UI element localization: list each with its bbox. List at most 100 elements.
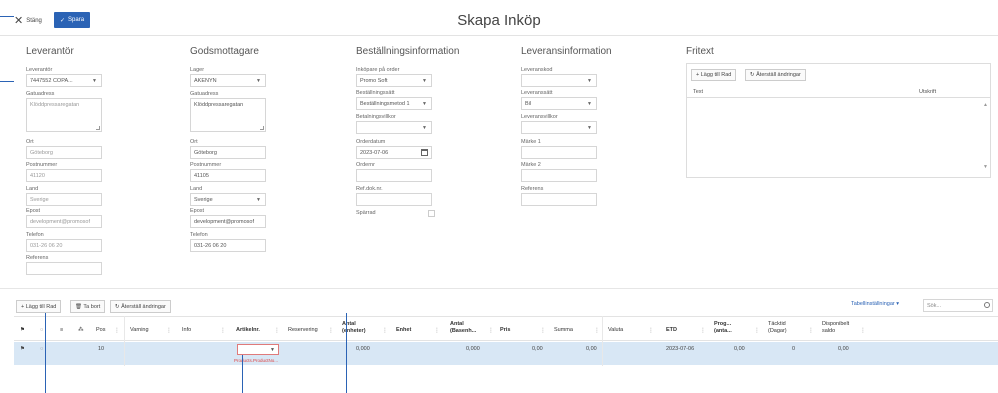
cell-lead-time[interactable]: 0 bbox=[792, 346, 795, 352]
cell-qty-base[interactable]: 0,000 bbox=[466, 346, 480, 352]
article-select[interactable] bbox=[237, 344, 279, 355]
supplier-select[interactable]: 7447552 COPA... bbox=[26, 74, 102, 87]
supplier-city-field[interactable]: Göteborg bbox=[26, 146, 102, 159]
buyer-select[interactable]: Promo Soft bbox=[356, 74, 432, 87]
order-date-field[interactable]: 2023-07-06 bbox=[356, 146, 432, 159]
col-available[interactable]: Disponibelt saldo bbox=[822, 321, 856, 335]
cell-price[interactable]: 0,00 bbox=[532, 346, 543, 352]
cell-pos[interactable]: 10 bbox=[98, 346, 104, 352]
delivery-code-select[interactable] bbox=[521, 74, 597, 87]
consignee-country-select[interactable]: Sverige bbox=[190, 193, 266, 206]
supplier-address-field[interactable]: Klöddpressaregatan bbox=[26, 98, 102, 132]
search-input[interactable]: Sök... bbox=[923, 299, 993, 312]
resize-grip-icon[interactable] bbox=[260, 126, 264, 130]
column-menu-icon[interactable]: ⋮ bbox=[434, 327, 440, 334]
col-currency[interactable]: Valuta bbox=[608, 327, 623, 334]
page-title: Skapa Inköp bbox=[457, 12, 541, 29]
col-sum[interactable]: Summa bbox=[554, 327, 573, 334]
col-article[interactable]: Artikelnr. bbox=[236, 327, 260, 334]
col-etd[interactable]: ETD bbox=[666, 327, 677, 334]
payment-terms-select[interactable] bbox=[356, 121, 432, 134]
column-menu-icon[interactable]: ⋮ bbox=[540, 327, 546, 334]
list-icon: ≡ bbox=[60, 327, 64, 333]
supplier-address-value: Klöddpressaregatan bbox=[30, 102, 80, 108]
search-icon[interactable] bbox=[984, 302, 990, 308]
fritext-add-row-button[interactable]: + Lägg till Rad bbox=[691, 69, 737, 81]
supplier-email-label: Epost bbox=[26, 208, 41, 214]
table-row[interactable]: ⚑ ◌ 10 0,000 0,000 0,00 0,00 2023-07-06 … bbox=[14, 342, 998, 365]
col-warning[interactable]: Varning bbox=[130, 327, 149, 334]
col-price[interactable]: Pris bbox=[500, 327, 510, 334]
order-method-label: Beställningssätt bbox=[356, 90, 395, 96]
fritext-reset-button[interactable]: ↻ Återställ ändringar bbox=[745, 69, 806, 81]
delivery-method-select[interactable]: Bil bbox=[521, 97, 597, 110]
col-info[interactable]: Info bbox=[182, 327, 191, 334]
supplier-phone-field[interactable]: 031-26 06 20 bbox=[26, 239, 102, 252]
stock-select[interactable]: AKENYN bbox=[190, 74, 266, 87]
column-menu-icon[interactable]: ⋮ bbox=[808, 327, 814, 334]
article-validation-error: Products.ProductNo... bbox=[234, 358, 279, 363]
col-qty-base[interactable]: Antal (Basenh... bbox=[450, 321, 488, 335]
cell-available[interactable]: 0,00 bbox=[838, 346, 849, 352]
col-unit[interactable]: Enhet bbox=[396, 327, 411, 334]
scroll-down-icon[interactable]: ▼ bbox=[983, 164, 988, 170]
order-date-label: Orderdatum bbox=[356, 139, 386, 145]
consignee-city-field[interactable]: Göteborg bbox=[190, 146, 266, 159]
column-divider bbox=[602, 316, 603, 366]
fritext-reset-label: Återställ ändringar bbox=[756, 72, 801, 78]
col-pos[interactable]: Pos bbox=[96, 327, 105, 334]
cell-etd[interactable]: 2023-07-06 bbox=[666, 346, 694, 352]
fritext-col-print: Utskrift bbox=[919, 89, 937, 95]
consignee-email-field[interactable]: development@promosof bbox=[190, 215, 266, 228]
supplier-email-field[interactable]: development@promosof bbox=[26, 215, 102, 228]
column-menu-icon[interactable]: ⋮ bbox=[594, 327, 600, 334]
resize-grip-icon[interactable] bbox=[96, 126, 100, 130]
delivery-terms-select[interactable] bbox=[521, 121, 597, 134]
col-reservation[interactable]: Reservering bbox=[288, 327, 318, 334]
mark2-field[interactable] bbox=[521, 169, 597, 182]
add-row-button[interactable]: + Lägg till Rad bbox=[16, 300, 62, 313]
consignee-phone-field[interactable]: 031-26 06 20 bbox=[190, 239, 266, 252]
col-prog[interactable]: Prog... (anta... bbox=[714, 321, 740, 335]
supplier-zip-field[interactable]: 41120 bbox=[26, 169, 102, 182]
consignee-zip-field[interactable]: 41105 bbox=[190, 169, 266, 182]
supplier-country-field[interactable]: Sverige bbox=[26, 193, 102, 206]
column-menu-icon[interactable]: ⋮ bbox=[274, 327, 280, 334]
cell-qty-unit[interactable]: 0,000 bbox=[356, 346, 370, 352]
order-date-value: 2023-07-06 bbox=[360, 150, 389, 156]
column-menu-icon[interactable]: ⋮ bbox=[382, 327, 388, 334]
refdoc-field[interactable] bbox=[356, 193, 432, 206]
order-number-field[interactable] bbox=[356, 169, 432, 182]
order-method-select[interactable]: Beställningsmetod 1 bbox=[356, 97, 432, 110]
column-menu-icon[interactable]: ⋮ bbox=[700, 327, 706, 334]
supplier-address-label: Gatuadress bbox=[26, 91, 55, 97]
column-menu-icon[interactable]: ⋮ bbox=[114, 327, 120, 334]
locked-checkbox[interactable] bbox=[428, 210, 435, 217]
cell-prog[interactable]: 0,00 bbox=[734, 346, 745, 352]
cell-sum[interactable]: 0,00 bbox=[586, 346, 597, 352]
column-menu-icon[interactable]: ⋮ bbox=[648, 327, 654, 334]
delete-button[interactable]: 🗑 Ta bort bbox=[70, 300, 106, 313]
column-menu-icon[interactable]: ⋮ bbox=[754, 327, 760, 334]
col-lead-time[interactable]: Täcktid (Dagar) bbox=[768, 321, 796, 335]
consignee-address-field[interactable]: Klöddpressaregatan bbox=[190, 98, 266, 132]
col-qty-unit[interactable]: Antal (enheter) bbox=[342, 321, 376, 335]
reset-changes-button[interactable]: ↻ Återställ ändringar bbox=[110, 300, 171, 313]
delivery-ref-field[interactable] bbox=[521, 193, 597, 206]
supplier-ref-label: Referens bbox=[26, 255, 49, 261]
column-menu-icon[interactable]: ⋮ bbox=[860, 327, 866, 334]
column-menu-icon[interactable]: ⋮ bbox=[220, 327, 226, 334]
scroll-up-icon[interactable]: ▲ bbox=[983, 102, 988, 108]
mark1-field[interactable] bbox=[521, 146, 597, 159]
supplier-ref-field[interactable] bbox=[26, 262, 102, 275]
table-settings-button[interactable]: Tabellinställningar ▾ bbox=[851, 301, 899, 307]
column-menu-icon[interactable]: ⋮ bbox=[166, 327, 172, 334]
locked-label: Spärrad bbox=[356, 210, 376, 216]
column-menu-icon[interactable]: ⋮ bbox=[328, 327, 334, 334]
supplier-zip-label: Postnummer bbox=[26, 162, 58, 168]
section-divider bbox=[0, 288, 998, 289]
column-menu-icon[interactable]: ⋮ bbox=[488, 327, 494, 334]
delivery-terms-label: Leveransvillkor bbox=[521, 114, 558, 120]
annotation-line bbox=[0, 81, 14, 82]
calendar-icon[interactable] bbox=[421, 149, 428, 156]
